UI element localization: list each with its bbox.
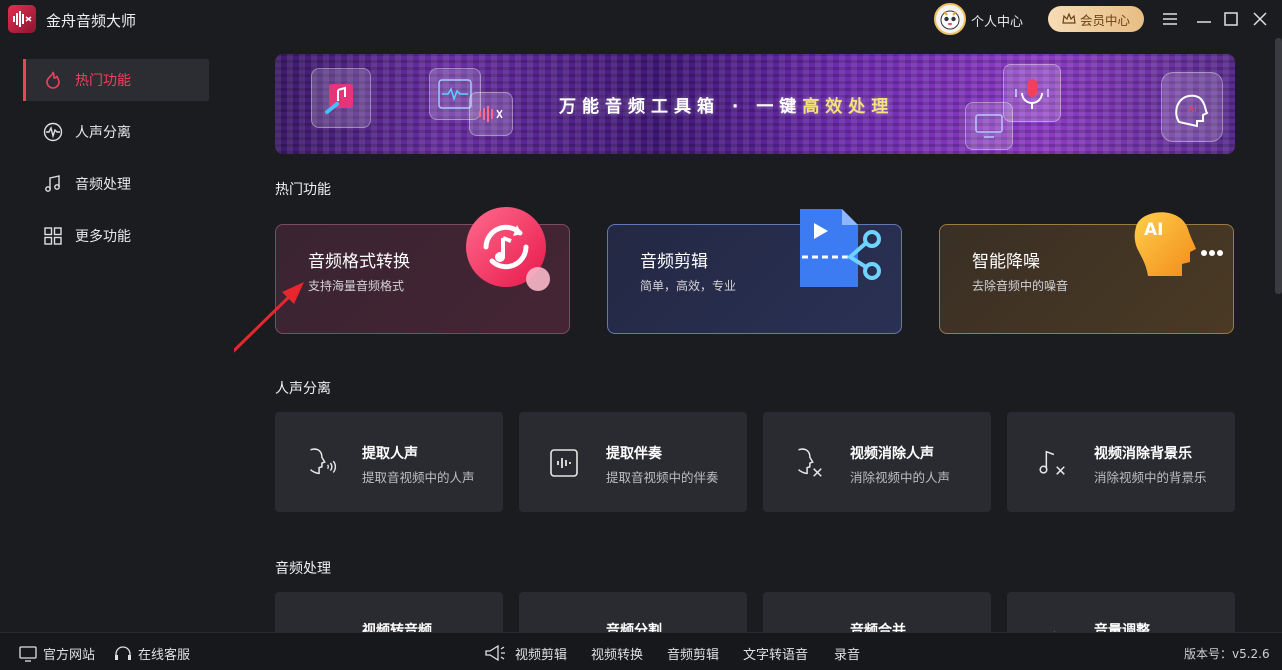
card-title: 音频剪辑 <box>640 252 708 272</box>
feature-subtitle: 提取音视频中的人声 <box>362 470 475 485</box>
svg-text:AI: AI <box>1188 105 1197 115</box>
card-subtitle: 简单，高效，专业 <box>640 279 737 293</box>
footer-link-video-convert[interactable]: 视频转换 <box>591 644 643 663</box>
status-bar: 官方网站 在线客服 视频剪辑 视频转换 音频剪辑 文字转语音 录音 版本号：v5… <box>0 632 1282 670</box>
waveform-card-icon <box>469 92 513 136</box>
title-bar: 金舟音频大师 个人中心 会员中心 <box>0 0 1282 38</box>
sidebar-item-label: 更多功能 <box>75 229 131 245</box>
official-website-link[interactable]: 官方网站 <box>19 644 95 663</box>
music-note-icon <box>45 175 60 192</box>
scissors-icon <box>800 209 881 287</box>
monitor-icon <box>19 645 37 662</box>
main-content: 万能音频工具箱 · 一键高效处理 AI 热门功能 音频格式转换 支持海量音频格式 <box>234 38 1282 632</box>
hot-section-title: 热门功能 <box>275 182 331 198</box>
footer-link-audio-edit[interactable]: 音频剪辑 <box>667 644 719 663</box>
sidebar: 热门功能 人声分离 音频处理 更多功能 <box>0 38 234 632</box>
footer-link-tts[interactable]: 文字转语音 <box>743 644 808 663</box>
remove-bgm-card[interactable]: 视频消除背景乐 消除视频中的背景乐 <box>1007 412 1235 512</box>
accompaniment-icon <box>547 446 581 480</box>
feature-title: 提取人声 <box>362 446 418 462</box>
sidebar-item-label: 人声分离 <box>75 125 131 141</box>
feature-title: 视频消除背景乐 <box>1094 446 1192 462</box>
main-scrollbar[interactable] <box>1275 38 1282 294</box>
smart-denoise-card[interactable]: 智能降噪 去除音频中的噪音 AI <box>939 212 1234 334</box>
sidebar-item-audio[interactable]: 音频处理 <box>23 163 209 205</box>
minimize-icon[interactable] <box>1194 9 1214 29</box>
sidebar-item-label: 热门功能 <box>75 73 131 89</box>
feature-title: 音量调整 <box>1094 623 1150 632</box>
audio-split-card[interactable]: 音频分割 <box>519 592 747 632</box>
feature-title: 提取伴奏 <box>606 446 662 462</box>
sidebar-item-label: 音频处理 <box>75 177 131 193</box>
banner-slogan: 万能音频工具箱 · 一键高效处理 <box>559 97 895 117</box>
feature-subtitle: 提取音视频中的伴奏 <box>606 470 719 485</box>
extract-accompaniment-card[interactable]: 提取伴奏 提取音视频中的伴奏 <box>519 412 747 512</box>
remove-voice-icon <box>791 446 825 480</box>
music-edit-icon <box>311 68 371 128</box>
feature-title: 音频合并 <box>850 623 906 632</box>
close-icon[interactable] <box>1250 9 1270 29</box>
sidebar-item-vocal[interactable]: 人声分离 <box>23 111 209 153</box>
fire-icon <box>46 71 60 89</box>
remove-music-icon <box>1035 446 1069 480</box>
feature-subtitle: 消除视频中的背景乐 <box>1094 470 1207 485</box>
video-to-audio-card[interactable]: 视频转音频 <box>275 592 503 632</box>
annotation-arrow <box>234 282 304 353</box>
megaphone-icon <box>484 644 506 662</box>
footer-link-record[interactable]: 录音 <box>834 644 860 663</box>
card-subtitle: 去除音频中的噪音 <box>972 279 1069 293</box>
grid-icon <box>44 227 62 245</box>
card-title: 智能降噪 <box>972 252 1040 272</box>
menu-icon[interactable] <box>1160 9 1180 29</box>
feature-subtitle: 消除视频中的人声 <box>850 470 951 485</box>
ai-head-icon: AI <box>1134 212 1223 276</box>
feature-title: 视频转音频 <box>362 623 432 632</box>
maximize-icon[interactable] <box>1221 9 1241 29</box>
ai-voice-head-icon: AI <box>1161 72 1223 142</box>
user-center-link[interactable]: 个人中心 <box>971 11 1023 30</box>
audio-section-title: 音频处理 <box>275 561 331 577</box>
audio-merge-card[interactable]: 音频合并 <box>763 592 991 632</box>
feature-title: 音频分割 <box>606 623 662 632</box>
version-label: 版本号：v5.2.6 <box>1184 647 1270 661</box>
remove-vocal-card[interactable]: 视频消除人声 消除视频中的人声 <box>763 412 991 512</box>
format-convert-card[interactable]: 音频格式转换 支持海量音频格式 <box>275 207 570 334</box>
headset-icon <box>115 645 131 660</box>
user-avatar[interactable] <box>934 3 966 35</box>
format-convert-icon <box>466 207 550 291</box>
sidebar-item-more[interactable]: 更多功能 <box>23 215 209 257</box>
promo-banner[interactable]: 万能音频工具箱 · 一键高效处理 AI <box>275 54 1235 154</box>
vip-center-button[interactable]: 会员中心 <box>1048 6 1144 32</box>
footer-link-video-edit[interactable]: 视频剪辑 <box>515 644 567 663</box>
crown-icon <box>1062 13 1076 24</box>
feature-title: 视频消除人声 <box>850 446 934 462</box>
online-service-link[interactable]: 在线客服 <box>114 644 190 663</box>
audio-edit-card[interactable]: 音频剪辑 简单，高效，专业 <box>607 209 902 334</box>
card-subtitle: 支持海量音频格式 <box>308 279 405 293</box>
card-title: 音频格式转换 <box>308 252 410 272</box>
sidebar-item-hot[interactable]: 热门功能 <box>23 59 209 101</box>
app-logo-icon <box>8 5 36 33</box>
app-title: 金舟音频大师 <box>46 12 137 30</box>
volume-adjust-card[interactable]: 音量调整 <box>1007 592 1235 632</box>
monitor-icon <box>965 102 1013 150</box>
vip-center-label: 会员中心 <box>1079 12 1130 28</box>
waveform-icon <box>43 122 63 142</box>
svg-text:AI: AI <box>1144 220 1163 240</box>
